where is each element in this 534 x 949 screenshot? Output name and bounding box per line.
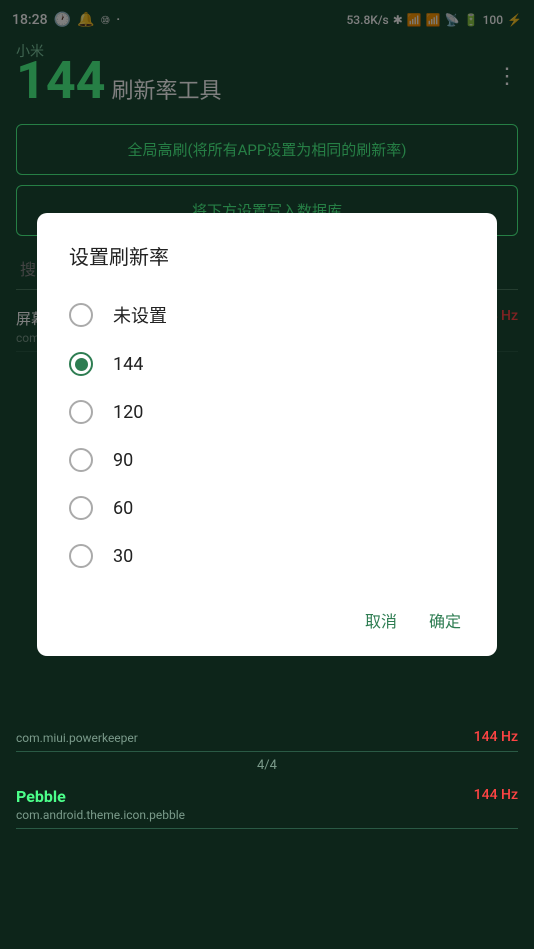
option-30-label: 30 xyxy=(113,546,133,567)
option-30[interactable]: 30 xyxy=(69,532,465,580)
dialog-overlay: com.miui.powerkeeper 144 Hz 4/4 Pebble c… xyxy=(0,0,534,949)
pebble-name: Pebble xyxy=(16,787,185,806)
bg-app-hz: 144 Hz xyxy=(474,729,518,745)
option-120-label: 120 xyxy=(113,402,143,423)
page-indicator: 4/4 xyxy=(16,752,518,779)
radio-60[interactable] xyxy=(69,496,93,520)
radio-120[interactable] xyxy=(69,400,93,424)
cancel-button[interactable]: 取消 xyxy=(361,600,401,640)
option-120[interactable]: 120 xyxy=(69,388,465,436)
option-none[interactable]: 未设置 xyxy=(69,290,465,340)
radio-144[interactable] xyxy=(69,352,93,376)
pebble-info: Pebble com.android.theme.icon.pebble xyxy=(16,787,185,822)
radio-30[interactable] xyxy=(69,544,93,568)
bg-app-info: com.miui.powerkeeper xyxy=(16,729,138,745)
confirm-button[interactable]: 确定 xyxy=(425,600,465,640)
pebble-item: Pebble com.android.theme.icon.pebble 144… xyxy=(16,779,518,829)
bg-app-item: com.miui.powerkeeper 144 Hz xyxy=(16,721,518,752)
option-90-label: 90 xyxy=(113,450,133,471)
radio-none[interactable] xyxy=(69,303,93,327)
pebble-package: com.android.theme.icon.pebble xyxy=(16,808,185,822)
pebble-hz: 144 Hz xyxy=(474,787,518,803)
dialog-actions: 取消 确定 xyxy=(69,592,465,640)
option-144[interactable]: 144 xyxy=(69,340,465,388)
dialog-title: 设置刷新率 xyxy=(69,241,465,270)
option-60-label: 60 xyxy=(113,498,133,519)
option-none-label: 未设置 xyxy=(113,302,167,328)
bg-app-package: com.miui.powerkeeper xyxy=(16,731,138,745)
option-60[interactable]: 60 xyxy=(69,484,465,532)
refresh-rate-dialog: 设置刷新率 未设置 144 120 90 60 30 取消 确定 xyxy=(37,213,497,656)
option-90[interactable]: 90 xyxy=(69,436,465,484)
option-144-label: 144 xyxy=(113,354,143,375)
radio-90[interactable] xyxy=(69,448,93,472)
background-items: com.miui.powerkeeper 144 Hz 4/4 Pebble c… xyxy=(0,721,534,829)
